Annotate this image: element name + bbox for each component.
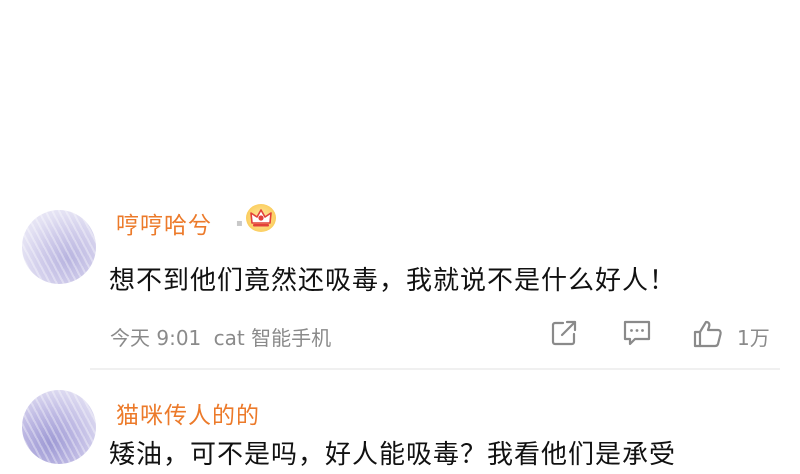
username[interactable]: 哼哼哈兮	[116, 206, 212, 240]
comment-text: 矮油，可不是吗，好人能吸毒？我看他们是承受	[109, 440, 677, 470]
username[interactable]: 猫咪传人的的	[116, 396, 260, 430]
separator-dot: ▪	[236, 218, 243, 229]
comment-text: 想不到他们竟然还吸毒，我就说不是什么好人！	[109, 266, 677, 296]
comment-icon[interactable]	[621, 318, 653, 348]
comment-meta: 今天 9:01 cat 智能手机	[110, 322, 337, 351]
crown-icon	[246, 204, 276, 232]
comment-item: 哼哼哈兮 ▪ 想不到他们竟然还吸毒，我就说不是什么好人！ 今天 9:01 cat…	[0, 196, 800, 370]
device-source: cat 智能手机	[213, 326, 332, 350]
timestamp: 今天 9:01	[110, 326, 202, 350]
divider	[90, 368, 780, 370]
avatar[interactable]	[22, 210, 96, 284]
comment-item: 猫咪传人的的 矮油，可不是吗，好人能吸毒？我看他们是承受	[0, 376, 800, 474]
like-count: 1万	[737, 326, 770, 350]
share-icon[interactable]	[549, 318, 579, 348]
thumbs-up-icon[interactable]	[692, 318, 724, 350]
avatar[interactable]	[22, 390, 96, 464]
